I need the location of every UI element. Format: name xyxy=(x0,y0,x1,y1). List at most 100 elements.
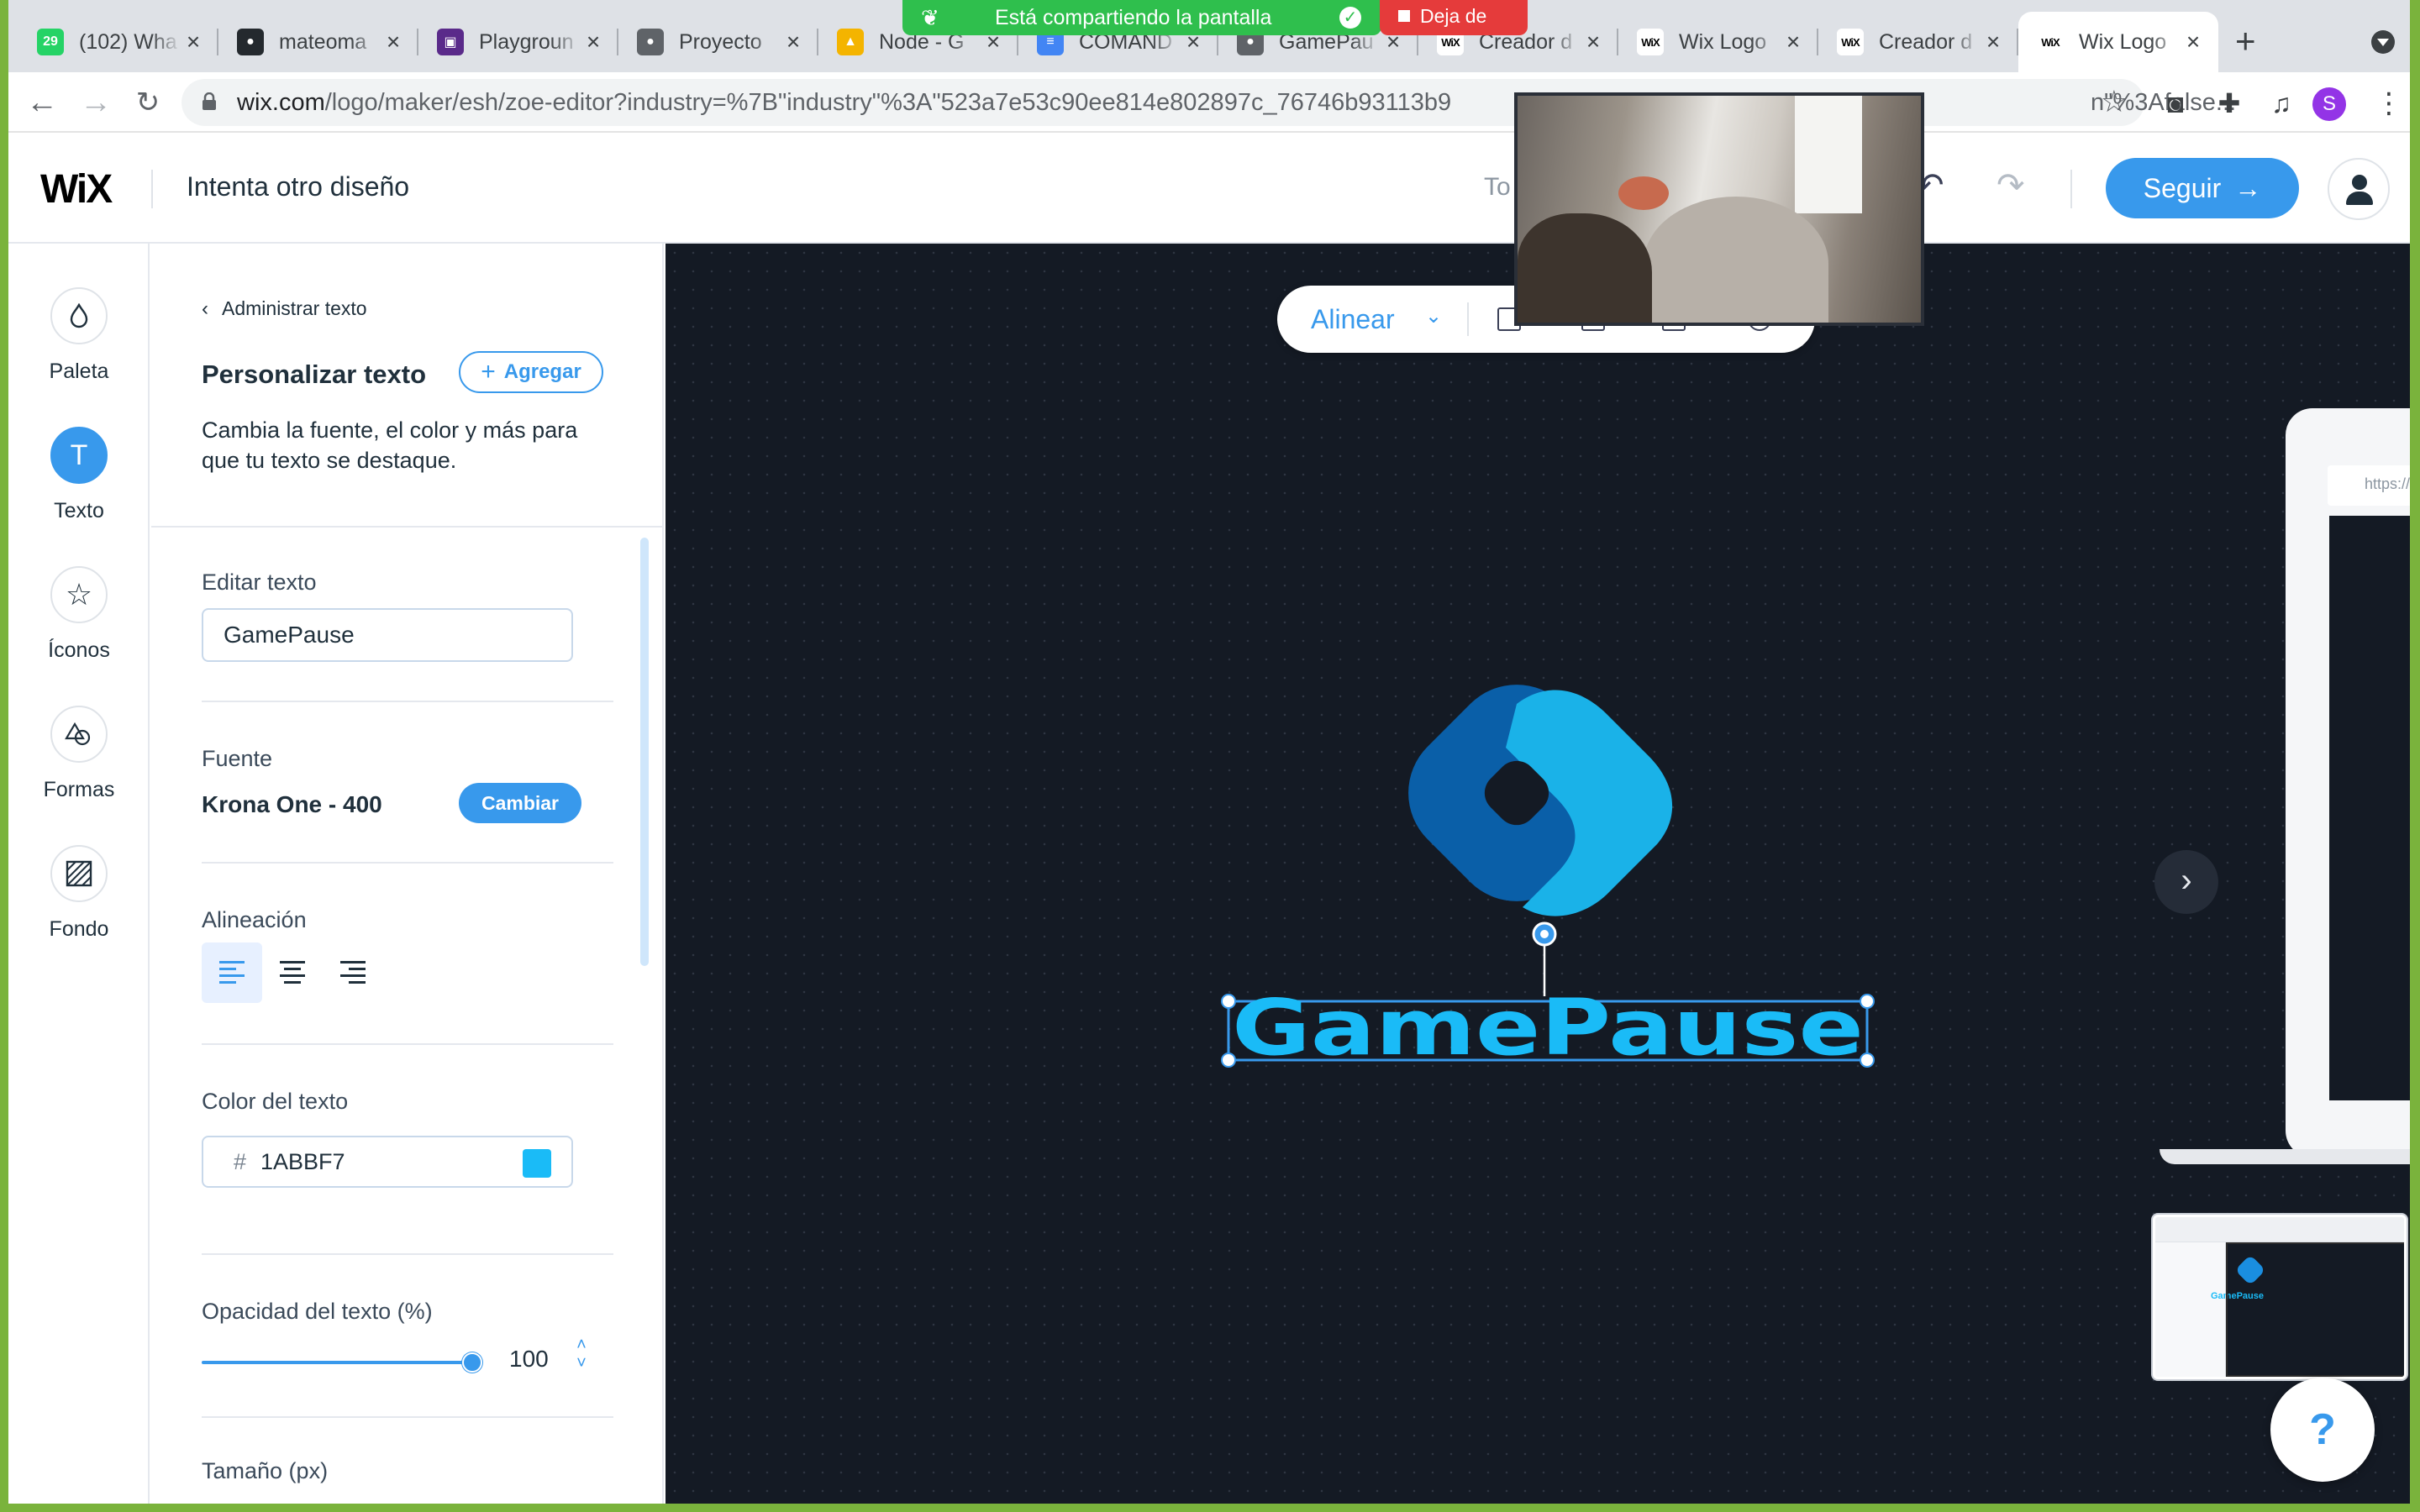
rail-item-label: Formas xyxy=(43,778,115,801)
bookmark-star-icon[interactable]: ☆ xyxy=(2101,84,2128,119)
text-color-swatch[interactable] xyxy=(523,1149,551,1178)
whatsapp-icon: 29 xyxy=(37,29,64,55)
browser-toolbar: ← → ↻ wix.com/logo/maker/esh/zoe-editor?… xyxy=(8,72,2410,133)
browser-tab[interactable]: ● mateoma × xyxy=(218,12,418,72)
background-icon xyxy=(50,845,108,902)
account-avatar[interactable] xyxy=(2328,158,2390,220)
share-banner-text: Está compartiendo la pantalla xyxy=(995,6,1272,29)
browser-tab[interactable]: 29 (102) Wha × xyxy=(18,12,218,72)
new-tab-button[interactable]: + xyxy=(2235,24,2256,59)
next-button[interactable]: Seguir → xyxy=(2106,158,2299,218)
more-menu-icon[interactable]: ⋮ xyxy=(2375,87,2403,119)
browser-tab[interactable]: ● Proyecto × xyxy=(618,12,818,72)
font-label: Fuente xyxy=(202,746,273,771)
close-tab-icon[interactable]: × xyxy=(581,30,605,54)
help-button[interactable]: ? xyxy=(2270,1378,2375,1482)
tool-rail: Paleta T Texto ☆ Íconos Formas Fondo xyxy=(8,244,150,1504)
wix-icon: WiX xyxy=(2037,29,2064,55)
browser-tab[interactable]: WiX Wix Logo × xyxy=(1618,12,1818,72)
next-design-button[interactable]: › xyxy=(2154,850,2218,914)
close-tab-icon[interactable]: × xyxy=(1581,30,1605,54)
align-left-button[interactable] xyxy=(202,942,262,1003)
rail-item-label: Texto xyxy=(54,499,104,522)
instagram-extension-icon[interactable]: ◙ xyxy=(2160,87,2191,119)
close-tab-icon[interactable]: × xyxy=(1981,30,2005,54)
panel-scrollbar[interactable] xyxy=(640,538,649,966)
text-color-input[interactable]: # 1ABBF7 xyxy=(202,1136,573,1188)
github-icon: ● xyxy=(237,29,264,55)
close-tab-icon[interactable]: × xyxy=(2181,30,2205,54)
wix-icon: WiX xyxy=(1637,29,1664,55)
opacity-slider-thumb[interactable] xyxy=(462,1352,482,1373)
logo-artwork[interactable]: GamePause xyxy=(666,244,2410,1504)
opacity-label: Opacidad del texto (%) xyxy=(202,1299,433,1324)
playground-icon: ▣ xyxy=(437,29,464,55)
wix-logo[interactable]: WiX xyxy=(40,166,113,213)
rail-item-background[interactable]: Fondo xyxy=(8,845,150,971)
browser-tab[interactable]: ▣ Playgroun × xyxy=(418,12,618,72)
font-name: Krona One - 400 xyxy=(202,791,382,817)
close-tab-icon[interactable]: × xyxy=(381,30,405,54)
tab-title: Playgroun xyxy=(479,29,574,54)
profile-avatar[interactable]: S xyxy=(2312,87,2346,121)
tab-search-icon[interactable] xyxy=(2371,30,2395,54)
tab-title: (102) Wha xyxy=(79,29,177,54)
back-link-label: Administrar texto xyxy=(222,297,367,319)
logo-text[interactable]: GamePause xyxy=(1232,983,1864,1073)
panel-divider xyxy=(151,526,662,528)
palette-icon xyxy=(50,287,108,344)
reload-icon[interactable]: ↻ xyxy=(131,86,165,119)
close-tab-icon[interactable]: × xyxy=(781,30,805,54)
align-center-button[interactable] xyxy=(262,942,323,1003)
redo-icon[interactable]: ↷ xyxy=(1996,166,2025,205)
rail-item-palette[interactable]: Paleta xyxy=(8,287,150,413)
rail-item-text[interactable]: T Texto xyxy=(8,427,150,553)
forward-arrow-icon[interactable]: → xyxy=(79,86,113,119)
editor-minimap[interactable]: GamePause xyxy=(2153,1215,2407,1379)
puzzle-extensions-icon[interactable]: ✚ xyxy=(2213,87,2245,119)
rail-item-shapes[interactable]: Formas xyxy=(8,706,150,832)
close-tab-icon[interactable]: × xyxy=(182,30,205,54)
tab-title: Wix Logo xyxy=(2079,29,2167,54)
share-leaf-icon: ❦ xyxy=(921,5,939,30)
stop-sharing-button[interactable]: Deja de xyxy=(1380,0,1528,35)
align-left-icon xyxy=(219,961,245,984)
edit-text-input[interactable]: GamePause xyxy=(202,608,573,662)
shield-check-icon: ✓ xyxy=(1339,7,1361,29)
github-icon: ● xyxy=(637,29,664,55)
chevron-down-icon[interactable]: ˅ xyxy=(573,1354,590,1373)
chevron-left-icon: ‹ xyxy=(202,297,208,320)
close-tab-icon[interactable]: × xyxy=(1781,30,1805,54)
section-divider xyxy=(202,1253,613,1255)
chevron-up-icon[interactable]: ˄ xyxy=(573,1336,590,1354)
mockup-url-bar: https://w xyxy=(2328,465,2410,506)
edit-text-label: Editar texto xyxy=(202,570,317,595)
back-to-manage-text-link[interactable]: ‹ Administrar texto xyxy=(202,297,367,321)
back-arrow-icon[interactable]: ← xyxy=(25,86,59,119)
add-text-button[interactable]: + Agregar xyxy=(459,351,603,393)
rail-item-label: Paleta xyxy=(49,360,109,383)
rail-item-icons[interactable]: ☆ Íconos xyxy=(8,566,150,692)
align-right-button[interactable] xyxy=(323,942,383,1003)
panel-title: Personalizar texto xyxy=(202,360,427,389)
header-divider xyxy=(2070,170,2072,208)
opacity-slider-track[interactable] xyxy=(202,1361,472,1364)
section-divider xyxy=(202,1043,613,1045)
try-another-design-link[interactable]: Intenta otro diseño xyxy=(187,171,409,202)
editor-header: WiX Intenta otro diseño To ↷ ↷ Seguir → xyxy=(8,133,2410,244)
opacity-stepper[interactable]: ˄ ˅ xyxy=(573,1336,590,1373)
logo-canvas[interactable]: Alinear ⌄ GamePause › https:// GamePause… xyxy=(666,244,2410,1504)
tab-title: Proyecto xyxy=(679,29,762,54)
align-center-icon xyxy=(280,961,305,984)
size-label: Tamaño (px) xyxy=(202,1458,329,1483)
logo-icon[interactable] xyxy=(1381,658,1673,928)
media-queue-icon[interactable]: ♫ xyxy=(2265,87,2297,119)
change-font-button[interactable]: Cambiar xyxy=(459,783,581,823)
panel-description: Cambia la fuente, el color y más para qu… xyxy=(202,417,578,473)
wix-icon: WiX xyxy=(1837,29,1864,55)
browser-tab[interactable]: WiX Wix Logo × xyxy=(2018,12,2218,72)
webcam-preview[interactable] xyxy=(1514,92,1924,326)
browser-tab[interactable]: WiX Creador d × xyxy=(1818,12,2018,72)
opacity-value[interactable]: 100 xyxy=(509,1346,549,1373)
section-divider xyxy=(202,1416,613,1418)
